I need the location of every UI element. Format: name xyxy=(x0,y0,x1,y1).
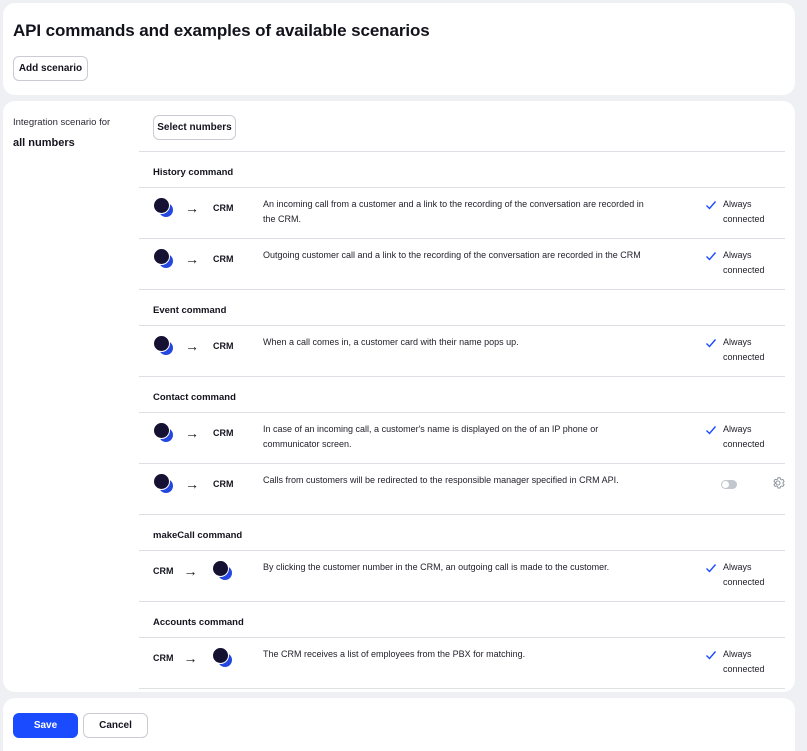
arrow-right-icon: → xyxy=(185,425,199,441)
scenario-flow: → CRM xyxy=(153,247,234,271)
scenario-row: → CRM In case of an incoming call, a custo… xyxy=(139,412,785,463)
divider xyxy=(139,688,785,689)
scenario-description: An incoming call from a customer and a l… xyxy=(263,199,644,224)
scenario-description: In case of an incoming call, a customer'… xyxy=(263,424,599,449)
divider xyxy=(139,601,785,602)
arrow-right-icon: → xyxy=(183,650,198,666)
footer-panel: Save Cancel xyxy=(3,698,795,751)
status-text: Always connected xyxy=(723,649,765,674)
status-always-connected: Always connected xyxy=(705,560,773,590)
avatar-icon xyxy=(211,560,234,582)
avatar-icon xyxy=(153,473,175,495)
avatar-icon xyxy=(153,197,175,219)
status-text: Always connected xyxy=(723,250,765,275)
scenario-description: Calls from customers will be redirected … xyxy=(263,475,619,485)
crm-label: CRM xyxy=(213,254,234,264)
scenario-toggle[interactable] xyxy=(721,480,737,489)
avatar-icon xyxy=(153,248,175,270)
scenario-description: The CRM receives a list of employees fro… xyxy=(263,649,526,659)
status-always-connected: Always connected xyxy=(705,248,773,278)
scenario-flow: → CRM xyxy=(153,421,234,445)
arrow-right-icon: → xyxy=(183,563,198,579)
scenario-description: Outgoing customer call and a link to the… xyxy=(263,250,641,260)
arrow-right-icon: → xyxy=(185,251,199,267)
section-title: makeCall command xyxy=(153,530,243,541)
scenario-description: When a call comes in, a customer card wi… xyxy=(263,337,519,347)
arrow-right-icon: → xyxy=(185,338,199,354)
status-always-connected: Always connected xyxy=(705,197,773,227)
crm-label: CRM xyxy=(213,428,234,438)
crm-label: CRM xyxy=(213,203,234,213)
divider xyxy=(139,151,785,152)
scenario-flow: CRM → xyxy=(153,646,234,670)
status-always-connected: Always connected xyxy=(705,422,773,452)
scenario-flow: → CRM xyxy=(153,334,234,358)
status-text: Always connected xyxy=(723,562,765,587)
gear-icon[interactable] xyxy=(771,476,785,490)
crm-label: CRM xyxy=(213,341,234,351)
scenario-flow: CRM → xyxy=(153,559,234,583)
status-text: Always connected xyxy=(723,424,765,449)
divider xyxy=(139,376,785,377)
crm-label: CRM xyxy=(153,566,174,576)
scenario-row: → CRM Outgoing customer call and a link to… xyxy=(139,238,785,289)
status-always-connected: Always connected xyxy=(705,647,773,677)
section-title: History command xyxy=(153,167,234,178)
add-scenario-button[interactable]: Add scenario xyxy=(13,56,88,81)
check-icon xyxy=(706,201,717,210)
status-text: Always connected xyxy=(723,337,765,362)
scenario-flow: → CRM xyxy=(153,472,234,496)
scenario-value: all numbers xyxy=(13,137,75,149)
page-title: API commands and examples of available s… xyxy=(13,21,430,40)
section-title: Contact command xyxy=(153,392,236,403)
avatar-icon xyxy=(153,335,175,357)
arrow-right-icon: → xyxy=(185,476,199,492)
scenario-label: Integration scenario for xyxy=(13,117,111,128)
scenario-row: CRM → The CRM receives a list of employees… xyxy=(139,637,785,688)
check-icon xyxy=(706,651,717,660)
scenario-row: → CRM Calls from customers will be redirec… xyxy=(139,463,785,514)
save-button[interactable]: Save xyxy=(13,713,78,738)
avatar-icon xyxy=(211,647,234,669)
select-numbers-button[interactable]: Select numbers xyxy=(153,115,236,140)
divider xyxy=(139,514,785,515)
arrow-right-icon: → xyxy=(185,200,199,216)
status-always-connected: Always connected xyxy=(705,335,773,365)
scenario-row: → CRM When a call comes in, a customer car… xyxy=(139,325,785,376)
check-icon xyxy=(706,339,717,348)
check-icon xyxy=(706,564,717,573)
avatar-icon xyxy=(153,422,175,444)
scenario-flow: → CRM xyxy=(153,196,234,220)
header-panel: API commands and examples of available s… xyxy=(3,3,795,95)
crm-label: CRM xyxy=(213,479,234,489)
crm-label: CRM xyxy=(153,653,174,663)
cancel-button[interactable]: Cancel xyxy=(83,713,148,738)
divider xyxy=(139,289,785,290)
scenario-panel: Integration scenario for all numbers Sel… xyxy=(3,101,795,692)
section-title: Event command xyxy=(153,305,227,316)
scenario-row: CRM → By clicking the customer number in t… xyxy=(139,550,785,601)
section-title: Accounts command xyxy=(153,617,244,628)
status-text: Always connected xyxy=(723,199,765,224)
scenario-row: → CRM An incoming call from a customer and… xyxy=(139,187,785,238)
scenario-description: By clicking the customer number in the C… xyxy=(263,562,610,572)
check-icon xyxy=(706,426,717,435)
check-icon xyxy=(706,252,717,261)
